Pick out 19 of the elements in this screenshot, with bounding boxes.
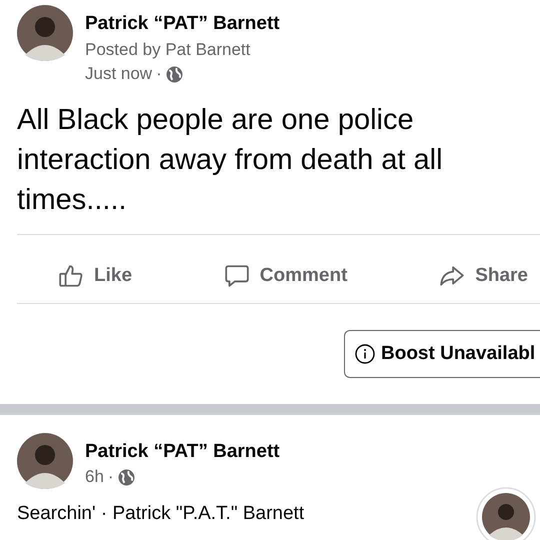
- speech-bubble-icon: [224, 263, 250, 289]
- post-time[interactable]: 6h: [85, 465, 104, 489]
- avatar-icon[interactable]: [17, 433, 73, 489]
- thumbs-up-icon: [58, 263, 84, 289]
- dot-separator: ·: [156, 63, 162, 85]
- post-time[interactable]: Just now: [85, 62, 152, 86]
- posted-by-text: Posted by Pat Barnett: [85, 39, 252, 61]
- boost-button: Boost Unavailabl: [344, 330, 540, 378]
- author-name[interactable]: Patrick “PAT” Barnett: [85, 439, 280, 465]
- post-text: All Black people are one police interaction away from death at all times.....: [16, 103, 444, 218]
- avatar-icon[interactable]: [476, 487, 536, 540]
- post-text: Searchin' · Patrick "P.A.T." Barnett: [17, 502, 304, 526]
- author-name[interactable]: Patrick “PAT” Barnett: [85, 11, 280, 37]
- info-icon: [355, 344, 375, 364]
- comment-button[interactable]: Comment: [224, 263, 348, 289]
- dot-separator: ·: [108, 466, 114, 488]
- like-button[interactable]: Like: [58, 263, 132, 289]
- avatar-icon[interactable]: [17, 5, 73, 61]
- share-button[interactable]: Share: [439, 263, 528, 289]
